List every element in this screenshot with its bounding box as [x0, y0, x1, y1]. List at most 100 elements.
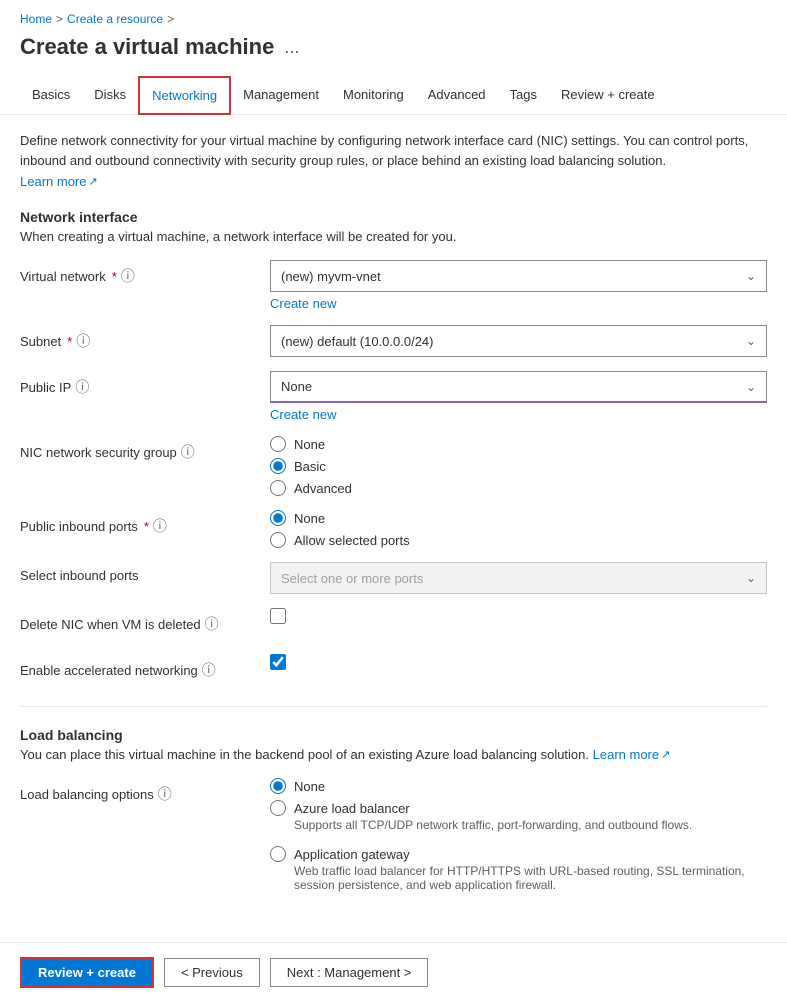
- tab-monitoring[interactable]: Monitoring: [331, 76, 416, 114]
- tab-basics[interactable]: Basics: [20, 76, 82, 114]
- delete-nic-label: Delete NIC when VM is deleted ⓘ: [20, 608, 270, 634]
- page-header: Create a virtual machine ...: [0, 30, 787, 76]
- public-inbound-info-icon[interactable]: ⓘ: [153, 516, 167, 536]
- nic-nsg-row: NIC network security group ⓘ None Basic …: [20, 436, 767, 496]
- public-ip-label: Public IP ⓘ: [20, 371, 270, 397]
- subnet-dropdown[interactable]: (new) default (10.0.0.0/24) ⌄: [270, 325, 767, 357]
- tabs-container: Basics Disks Networking Management Monit…: [0, 76, 787, 115]
- network-interface-title: Network interface: [20, 209, 767, 225]
- public-inbound-ports-options: None Allow selected ports: [270, 510, 767, 548]
- breadcrumb: Home > Create a resource >: [0, 0, 787, 30]
- tab-networking[interactable]: Networking: [138, 76, 231, 115]
- breadcrumb-sep1: >: [56, 12, 63, 26]
- lb-none-option: None: [270, 778, 767, 794]
- dropdown-arrow-icon: ⌄: [746, 269, 756, 283]
- nic-nsg-none-radio[interactable]: [270, 436, 286, 452]
- nic-nsg-none-label: None: [294, 437, 325, 452]
- page-footer: Review + create < Previous Next : Manage…: [0, 942, 787, 1002]
- inbound-allow-radio[interactable]: [270, 532, 286, 548]
- learn-more-link[interactable]: Learn more ↗: [20, 174, 98, 189]
- inbound-none-radio[interactable]: [270, 510, 286, 526]
- public-inbound-ports-row: Public inbound ports * ⓘ None Allow sele…: [20, 510, 767, 548]
- external-link-icon: ↗: [88, 175, 97, 188]
- network-interface-desc: When creating a virtual machine, a netwo…: [20, 229, 767, 244]
- review-create-button[interactable]: Review + create: [20, 957, 154, 988]
- lb-app-gateway-label: Application gateway: [294, 847, 410, 862]
- breadcrumb-sep2: >: [167, 12, 174, 26]
- lb-none-radio[interactable]: [270, 778, 286, 794]
- select-inbound-ports-label: Select inbound ports: [20, 562, 270, 583]
- inbound-allow-option[interactable]: Allow selected ports: [270, 532, 767, 548]
- virtual-network-row: Virtual network * ⓘ (new) myvm-vnet ⌄ Cr…: [20, 260, 767, 311]
- public-ip-dropdown-arrow-icon: ⌄: [746, 380, 756, 394]
- nic-nsg-basic-option[interactable]: Basic: [270, 458, 767, 474]
- page-options-icon[interactable]: ...: [284, 37, 299, 58]
- lb-app-gateway-radio[interactable]: [270, 846, 286, 862]
- breadcrumb-create-resource[interactable]: Create a resource: [67, 12, 163, 26]
- nic-nsg-options: None Basic Advanced: [270, 436, 767, 496]
- accelerated-networking-checkbox[interactable]: [270, 654, 286, 670]
- subnet-dropdown-arrow-icon: ⌄: [746, 334, 756, 348]
- lb-none-label: None: [294, 779, 325, 794]
- load-balancing-options-label: Load balancing options ⓘ: [20, 778, 270, 804]
- virtual-network-create-new[interactable]: Create new: [270, 296, 767, 311]
- subnet-control: (new) default (10.0.0.0/24) ⌄: [270, 325, 767, 357]
- public-ip-create-new[interactable]: Create new: [270, 407, 767, 422]
- delete-nic-control: [270, 608, 767, 624]
- lb-azure-option: Azure load balancer Supports all TCP/UDP…: [270, 800, 767, 832]
- virtual-network-label: Virtual network * ⓘ: [20, 260, 270, 286]
- nic-nsg-advanced-radio[interactable]: [270, 480, 286, 496]
- lb-app-gateway-option: Application gateway Web traffic load bal…: [270, 846, 767, 892]
- inbound-none-option[interactable]: None: [270, 510, 767, 526]
- load-balancing-title: Load balancing: [20, 727, 767, 743]
- public-ip-info-icon[interactable]: ⓘ: [75, 377, 89, 397]
- page-title: Create a virtual machine: [20, 34, 274, 60]
- inbound-none-label: None: [294, 511, 325, 526]
- delete-nic-checkbox[interactable]: [270, 608, 286, 624]
- public-inbound-ports-label: Public inbound ports * ⓘ: [20, 510, 270, 536]
- select-inbound-ports-control: Select one or more ports ⌄: [270, 562, 767, 594]
- virtual-network-dropdown[interactable]: (new) myvm-vnet ⌄: [270, 260, 767, 292]
- accelerated-networking-label: Enable accelerated networking ⓘ: [20, 654, 270, 680]
- tab-management[interactable]: Management: [231, 76, 331, 114]
- nic-nsg-label: NIC network security group ⓘ: [20, 436, 270, 462]
- subnet-row: Subnet * ⓘ (new) default (10.0.0.0/24) ⌄: [20, 325, 767, 357]
- lb-options-info-icon[interactable]: ⓘ: [158, 784, 172, 804]
- accelerated-networking-row: Enable accelerated networking ⓘ: [20, 654, 767, 686]
- select-inbound-ports-row: Select inbound ports Select one or more …: [20, 562, 767, 594]
- page-description: Define network connectivity for your vir…: [20, 131, 767, 170]
- nic-nsg-advanced-label: Advanced: [294, 481, 352, 496]
- lb-app-gateway-subtext: Web traffic load balancer for HTTP/HTTPS…: [294, 864, 767, 892]
- load-balancing-options-row: Load balancing options ⓘ None Azure load…: [20, 778, 767, 892]
- nic-nsg-basic-radio[interactable]: [270, 458, 286, 474]
- inbound-allow-label: Allow selected ports: [294, 533, 410, 548]
- tab-advanced[interactable]: Advanced: [416, 76, 498, 114]
- nic-nsg-none-option[interactable]: None: [270, 436, 767, 452]
- select-ports-dropdown[interactable]: Select one or more ports ⌄: [270, 562, 767, 594]
- virtual-network-control: (new) myvm-vnet ⌄ Create new: [270, 260, 767, 311]
- main-content: Define network connectivity for your vir…: [0, 115, 787, 922]
- accelerated-networking-info-icon[interactable]: ⓘ: [202, 660, 216, 680]
- tabs-list: Basics Disks Networking Management Monit…: [0, 76, 787, 114]
- lb-azure-radio[interactable]: [270, 800, 286, 816]
- breadcrumb-home[interactable]: Home: [20, 12, 52, 26]
- lb-azure-subtext: Supports all TCP/UDP network traffic, po…: [294, 818, 767, 832]
- public-ip-row: Public IP ⓘ None ⌄ Create new: [20, 371, 767, 422]
- next-button[interactable]: Next : Management >: [270, 958, 429, 987]
- virtual-network-info-icon[interactable]: ⓘ: [121, 266, 135, 286]
- load-balancing-options: None Azure load balancer Supports all TC…: [270, 778, 767, 892]
- nic-nsg-basic-label: Basic: [294, 459, 326, 474]
- select-ports-arrow-icon: ⌄: [746, 571, 756, 585]
- load-balancing-learn-more[interactable]: Learn more ↗: [593, 747, 671, 762]
- tab-review-create[interactable]: Review + create: [549, 76, 667, 114]
- tab-disks[interactable]: Disks: [82, 76, 138, 114]
- nic-nsg-advanced-option[interactable]: Advanced: [270, 480, 767, 496]
- nic-nsg-info-icon[interactable]: ⓘ: [181, 442, 195, 462]
- subnet-info-icon[interactable]: ⓘ: [76, 331, 90, 351]
- public-ip-control: None ⌄ Create new: [270, 371, 767, 422]
- public-ip-dropdown[interactable]: None ⌄: [270, 371, 767, 403]
- load-balancing-desc: You can place this virtual machine in th…: [20, 747, 767, 762]
- previous-button[interactable]: < Previous: [164, 958, 260, 987]
- delete-nic-info-icon[interactable]: ⓘ: [205, 614, 219, 634]
- tab-tags[interactable]: Tags: [498, 76, 549, 114]
